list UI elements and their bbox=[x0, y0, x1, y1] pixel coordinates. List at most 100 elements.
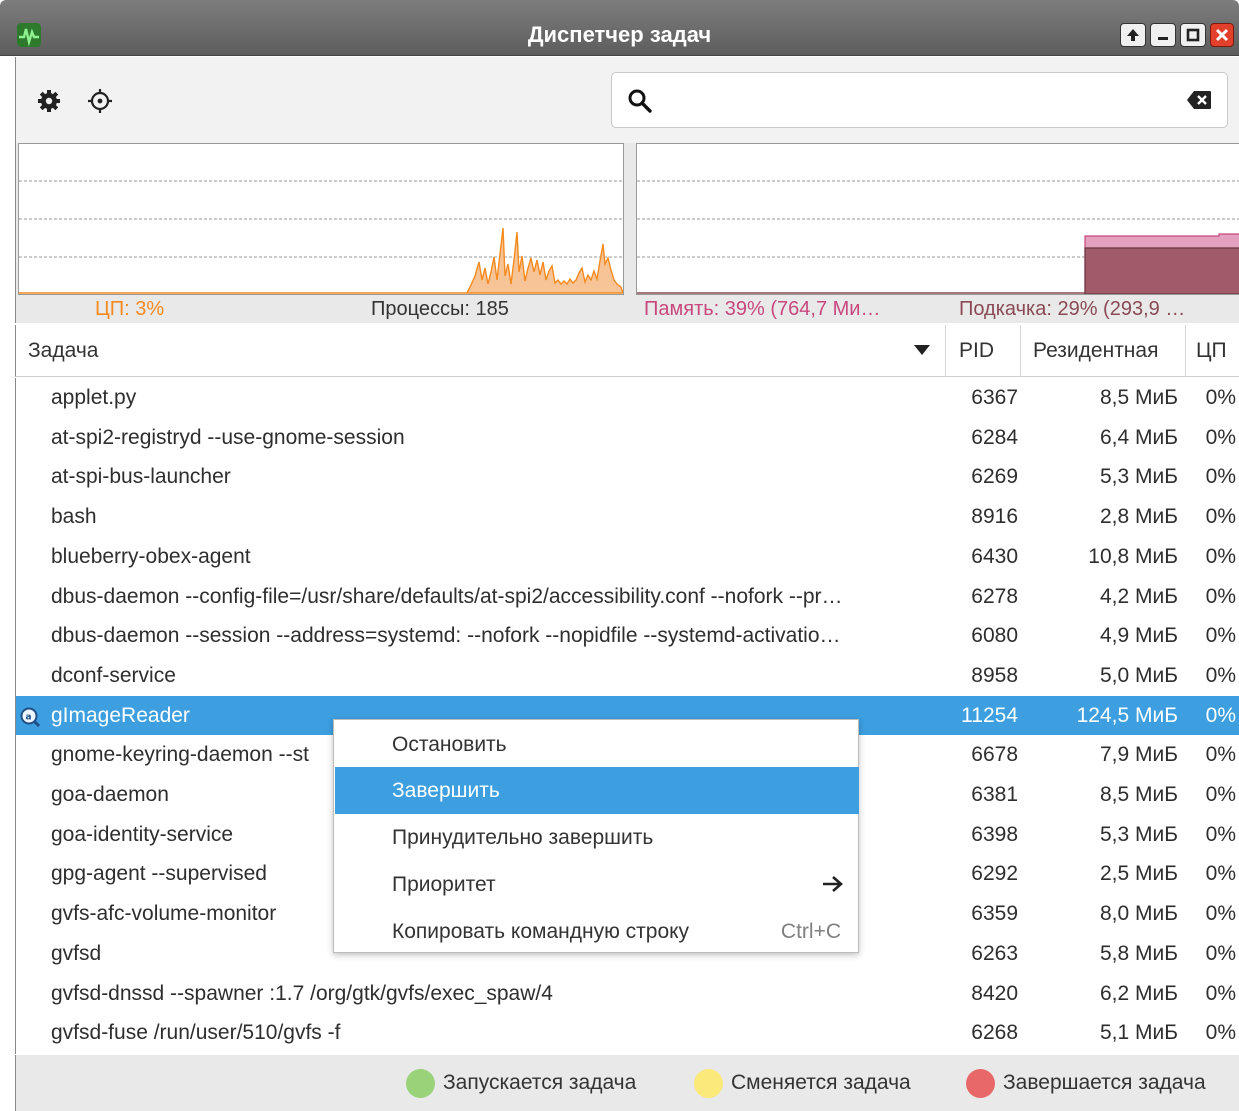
settings-button[interactable] bbox=[35, 87, 63, 115]
legend-terminating-label: Завершается задача bbox=[1003, 1071, 1206, 1094]
task-pid: 6367 bbox=[971, 386, 1018, 409]
window-title: Диспетчер задач bbox=[527, 22, 712, 47]
table-row[interactable]: dbus-daemon --config-file=/usr/share/def… bbox=[16, 577, 1239, 617]
table-row[interactable]: at-spi2-registryd --use-gnome-session 62… bbox=[16, 418, 1239, 458]
task-pid: 6430 bbox=[971, 544, 1018, 568]
task-cpu: 0% bbox=[1205, 902, 1236, 926]
task-resident: 5,3 МиБ bbox=[1099, 822, 1178, 846]
task-name: applet.py bbox=[51, 386, 137, 409]
task-pid: 11254 bbox=[961, 703, 1018, 727]
task-cpu: 0% bbox=[1205, 624, 1236, 648]
legend-dot-yellow bbox=[694, 1068, 723, 1098]
task-cpu: 0% bbox=[1205, 783, 1236, 806]
table-row[interactable]: blueberry-obex-agent 6430 10,8 МиБ 0% bbox=[16, 537, 1239, 577]
task-cpu: 0% bbox=[1205, 584, 1236, 608]
task-pid: 8916 bbox=[971, 505, 1018, 529]
column-header-task[interactable]: Задача bbox=[16, 325, 946, 377]
maximize-icon bbox=[1186, 28, 1200, 42]
task-resident: 5,3 МиБ bbox=[1099, 465, 1178, 489]
column-header-task-label: Задача bbox=[28, 339, 99, 362]
task-cpu: 0% bbox=[1205, 425, 1236, 449]
submenu-arrow-icon bbox=[823, 876, 843, 892]
select-window-button[interactable] bbox=[86, 87, 114, 115]
task-pid: 6398 bbox=[971, 822, 1018, 846]
task-pid: 6263 bbox=[971, 941, 1018, 965]
legend-terminating: Завершается задача bbox=[966, 1067, 1206, 1099]
column-header-resident[interactable]: Резидентная bbox=[1021, 325, 1186, 377]
task-resident: 2,8 МиБ bbox=[1099, 505, 1178, 529]
legend-changing-label: Сменяется задача bbox=[731, 1071, 911, 1094]
legend-starting-label: Запускается задача bbox=[443, 1071, 637, 1094]
table-row[interactable]: applet.py 6367 8,5 МиБ 0% bbox=[16, 378, 1239, 418]
task-resident: 6,2 МиБ bbox=[1099, 981, 1178, 1005]
menu-item-label: Копировать командную строку bbox=[392, 920, 690, 943]
task-resident: 4,2 МиБ bbox=[1099, 584, 1178, 608]
menu-item-copy-command-line[interactable]: Копировать командную строку Ctrl+C bbox=[335, 908, 859, 955]
task-resident: 5,0 МиБ bbox=[1099, 663, 1178, 687]
arrow-up-icon bbox=[1127, 29, 1139, 41]
task-resident: 8,0 МиБ bbox=[1099, 902, 1178, 926]
menu-item-label: Принудительно завершить bbox=[392, 826, 654, 849]
menu-item-stop[interactable]: Остановить bbox=[335, 721, 859, 768]
table-row[interactable]: gvfsd-fuse /run/user/510/gvfs -f 6268 5,… bbox=[16, 1013, 1239, 1053]
context-menu: Остановить Завершить Принудительно завер… bbox=[333, 719, 859, 953]
status-bar: Запускается задача Сменяется задача Заве… bbox=[15, 1055, 1239, 1111]
task-name: dbus-daemon --config-file=/usr/share/def… bbox=[51, 584, 843, 608]
memory-graph bbox=[636, 143, 1239, 295]
task-name: dconf-service bbox=[51, 663, 176, 687]
task-name: bash bbox=[51, 505, 97, 529]
menu-item-kill[interactable]: Принудительно завершить bbox=[335, 814, 859, 861]
menu-item-label: Завершить bbox=[392, 779, 500, 802]
svg-text:a: a bbox=[26, 712, 32, 722]
crosshair-icon bbox=[88, 89, 112, 113]
cpu-usage-label: ЦП: 3% bbox=[95, 298, 165, 320]
sort-descending-icon bbox=[914, 345, 930, 355]
task-cpu: 0% bbox=[1205, 386, 1236, 409]
task-pid: 6292 bbox=[971, 862, 1018, 886]
task-resident: 10,8 МиБ bbox=[1088, 544, 1178, 568]
search-box bbox=[611, 72, 1228, 128]
keep-above-button[interactable] bbox=[1120, 23, 1146, 47]
search-input[interactable] bbox=[668, 81, 1168, 119]
task-pid: 6269 bbox=[971, 465, 1018, 489]
task-pid: 6381 bbox=[971, 783, 1018, 806]
menu-item-terminate[interactable]: Завершить bbox=[335, 767, 859, 814]
task-resident: 8,5 МиБ bbox=[1099, 783, 1178, 806]
task-name: dbus-daemon --session --address=systemd:… bbox=[51, 624, 841, 648]
maximize-button[interactable] bbox=[1180, 23, 1206, 47]
table-row[interactable]: dconf-service 8958 5,0 МиБ 0% bbox=[16, 656, 1239, 696]
table-row[interactable]: at-spi-bus-launcher 6269 5,3 МиБ 0% bbox=[16, 457, 1239, 497]
task-cpu: 0% bbox=[1205, 862, 1236, 886]
column-header-pid[interactable]: PID bbox=[946, 325, 1021, 377]
table-row[interactable]: gvfsd-dnssd --spawner :1.7 /org/gtk/gvfs… bbox=[16, 974, 1239, 1014]
table-row[interactable]: bash 8916 2,8 МиБ 0% bbox=[16, 497, 1239, 537]
table-row[interactable]: dbus-daemon --session --address=systemd:… bbox=[16, 616, 1239, 656]
menu-item-label: Приоритет bbox=[392, 873, 496, 896]
task-cpu: 0% bbox=[1205, 822, 1236, 846]
close-icon bbox=[1215, 28, 1229, 42]
menu-item-priority[interactable]: Приоритет bbox=[335, 861, 859, 908]
task-resident: 5,8 МиБ bbox=[1099, 941, 1178, 965]
task-pid: 8420 bbox=[971, 981, 1018, 1005]
close-button[interactable] bbox=[1210, 23, 1234, 47]
clear-search-icon[interactable] bbox=[1186, 90, 1212, 110]
minimize-button[interactable] bbox=[1150, 23, 1176, 47]
task-resident: 124,5 МиБ bbox=[1076, 703, 1178, 727]
task-pid: 6268 bbox=[971, 1021, 1018, 1045]
legend-starting: Запускается задача bbox=[406, 1067, 636, 1099]
column-header-cpu-label: ЦП bbox=[1196, 339, 1227, 362]
task-resident: 6,4 МиБ bbox=[1099, 425, 1178, 449]
legend-changing: Сменяется задача bbox=[694, 1067, 911, 1099]
task-cpu: 0% bbox=[1205, 743, 1236, 767]
monitor-graphs: ЦП: 3% Процессы: 185 Память: 39% (764,7 … bbox=[15, 143, 1239, 323]
search-icon bbox=[628, 89, 652, 113]
column-header-resident-label: Резидентная bbox=[1033, 339, 1159, 362]
task-resident: 5,1 МиБ bbox=[1099, 1021, 1178, 1045]
task-resident: 8,5 МиБ bbox=[1099, 386, 1178, 409]
memory-usage-label: Память: 39% (764,7 Ми… bbox=[644, 298, 881, 320]
task-name: blueberry-obex-agent bbox=[51, 544, 251, 568]
menu-item-shortcut: Ctrl+C bbox=[780, 920, 841, 943]
task-pid: 6678 bbox=[971, 743, 1018, 767]
column-header-cpu[interactable]: ЦП bbox=[1186, 325, 1239, 377]
task-cpu: 0% bbox=[1205, 1021, 1236, 1045]
